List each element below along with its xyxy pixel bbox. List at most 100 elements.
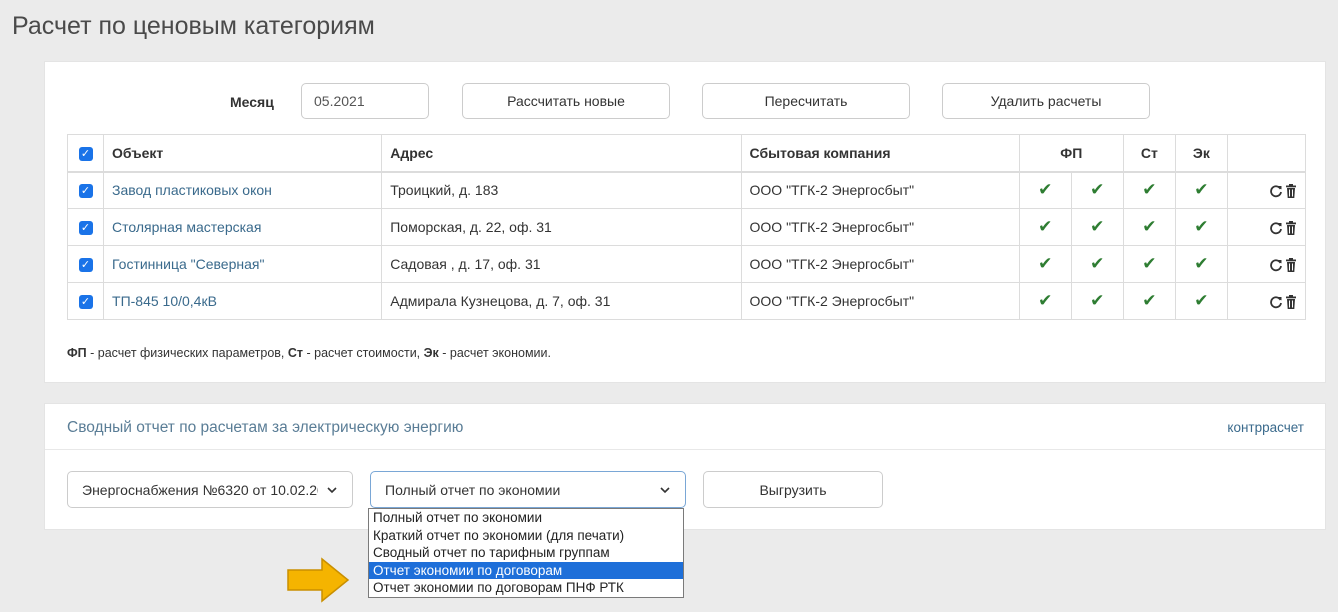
refresh-icon[interactable]	[1269, 295, 1283, 309]
actions-cell	[1226, 171, 1307, 209]
refresh-icon[interactable]	[1269, 258, 1283, 272]
checkmark-icon: ✔	[1142, 291, 1157, 310]
object-link[interactable]: Завод пластиковых окон	[112, 182, 272, 198]
refresh-icon[interactable]	[1269, 221, 1283, 235]
header-company: Сбытовая компания	[740, 134, 1020, 173]
ek-status-cell: ✔	[1174, 171, 1228, 209]
object-cell: ТП-845 10/0,4кВ	[103, 282, 383, 320]
company-cell: ООО "ТГК-2 Энергосбыт"	[740, 208, 1020, 246]
header-st: Ст	[1122, 134, 1176, 173]
checkmark-icon: ✔	[1038, 291, 1053, 310]
ek-status-cell: ✔	[1174, 208, 1228, 246]
address-cell: Адмирала Кузнецова, д. 7, оф. 31	[381, 282, 742, 320]
check-icon: ✓	[78, 258, 93, 273]
table-row: ✓ Завод пластиковых окон Троицкий, д. 183 О…	[66, 171, 1307, 209]
report-type-dropdown-list[interactable]: Полный отчет по экономии Краткий отчет по…	[368, 508, 684, 598]
checkmark-icon: ✔	[1194, 291, 1209, 310]
checkmark-icon: ✔	[1090, 180, 1105, 200]
recalculate-button[interactable]: Пересчитать	[702, 83, 910, 119]
export-button[interactable]: Выгрузить	[703, 471, 883, 508]
fp-status-cell: ✔	[1070, 282, 1124, 320]
select-all-checkbox[interactable]: ✓	[66, 134, 105, 173]
object-link[interactable]: Столярная мастерская	[112, 219, 261, 235]
calculate-new-button[interactable]: Рассчитать новые	[462, 83, 670, 119]
page-title: Расчет по ценовым категориям	[12, 12, 375, 40]
fp-status-cell: ✔	[1070, 208, 1124, 246]
st-status-cell: ✔	[1122, 282, 1176, 320]
legend: ФП - расчет физических параметров, Ст - …	[67, 346, 551, 360]
counter-calculation-link[interactable]: контррасчет	[1227, 420, 1304, 435]
delete-calculations-button[interactable]: Удалить расчеты	[942, 83, 1150, 119]
row-checkbox[interactable]: ✓	[66, 282, 105, 320]
object-cell: Столярная мастерская	[103, 208, 383, 246]
legend-ek-abbr: Эк	[423, 346, 439, 360]
dropdown-option[interactable]: Отчет экономии по договорам	[369, 561, 683, 579]
chevron-down-icon	[327, 486, 337, 493]
check-icon: ✓	[78, 295, 93, 310]
fp-status-cell: ✔	[1018, 171, 1072, 209]
st-status-cell: ✔	[1122, 245, 1176, 283]
fp-status-cell: ✔	[1070, 245, 1124, 283]
report-divider	[45, 449, 1325, 450]
header-fp: ФП	[1018, 134, 1124, 173]
month-label: Месяц	[230, 94, 274, 110]
st-status-cell: ✔	[1122, 208, 1176, 246]
checkmark-icon: ✔	[1090, 291, 1105, 310]
row-checkbox[interactable]: ✓	[66, 171, 105, 209]
table-row: ✓ ТП-845 10/0,4кВ Адмирала Кузнецова, д. 7…	[66, 282, 1307, 320]
checkmark-icon: ✔	[1038, 254, 1053, 273]
month-input[interactable]	[301, 83, 429, 119]
chevron-down-icon	[660, 486, 670, 493]
address-cell: Садовая , д. 17, оф. 31	[381, 245, 742, 283]
header-address: Адрес	[381, 134, 742, 173]
legend-st-text: - расчет стоимости,	[303, 346, 424, 360]
ek-status-cell: ✔	[1174, 282, 1228, 320]
object-link[interactable]: ТП-845 10/0,4кВ	[112, 293, 217, 309]
dropdown-option[interactable]: Сводный отчет по тарифным группам	[369, 544, 683, 562]
table-header-row: ✓ Объект Адрес Сбытовая компания ФП Ст Э…	[66, 134, 1307, 173]
dropdown-option[interactable]: Полный отчет по экономии	[369, 509, 683, 527]
checkmark-icon: ✔	[1194, 180, 1209, 200]
actions-cell	[1226, 208, 1307, 246]
actions-cell	[1226, 245, 1307, 283]
trash-icon[interactable]	[1285, 295, 1297, 310]
address-cell: Поморская, д. 22, оф. 31	[381, 208, 742, 246]
calculation-panel: Месяц Рассчитать новые Пересчитать Удали…	[44, 61, 1326, 383]
checkmark-icon: ✔	[1194, 217, 1209, 236]
objects-table: ✓ Объект Адрес Сбытовая компания ФП Ст Э…	[66, 134, 1307, 320]
header-object: Объект	[103, 134, 383, 173]
header-actions	[1226, 134, 1307, 173]
checkmark-icon: ✔	[1142, 180, 1157, 200]
dropdown-option[interactable]: Отчет экономии по договорам ПНФ РТК	[369, 579, 683, 597]
check-icon: ✓	[78, 146, 93, 161]
object-cell: Гостинница "Северная"	[103, 245, 383, 283]
dropdown-option[interactable]: Краткий отчет по экономии (для печати)	[369, 527, 683, 545]
fp-status-cell: ✔	[1018, 282, 1072, 320]
table-row: ✓ Гостинница "Северная" Садовая , д. 17, о…	[66, 245, 1307, 283]
fp-status-cell: ✔	[1018, 208, 1072, 246]
report-title: Сводный отчет по расчетам за электрическ…	[67, 419, 464, 436]
checkmark-icon: ✔	[1090, 254, 1105, 273]
trash-icon[interactable]	[1285, 258, 1297, 273]
actions-cell	[1226, 282, 1307, 320]
report-type-select[interactable]: Полный отчет по экономии	[370, 471, 686, 508]
legend-st-abbr: Ст	[287, 346, 304, 360]
trash-icon[interactable]	[1285, 221, 1297, 236]
fp-status-cell: ✔	[1018, 245, 1072, 283]
address-cell: Троицкий, д. 183	[381, 171, 742, 209]
check-icon: ✓	[78, 221, 93, 236]
arrow-right-icon	[287, 557, 350, 603]
object-link[interactable]: Гостинница "Северная"	[112, 256, 264, 272]
trash-icon[interactable]	[1285, 184, 1297, 199]
company-cell: ООО "ТГК-2 Энергосбыт"	[740, 282, 1020, 320]
object-cell: Завод пластиковых окон	[103, 171, 383, 209]
company-cell: ООО "ТГК-2 Энергосбыт"	[740, 245, 1020, 283]
checkmark-icon: ✔	[1090, 217, 1105, 236]
refresh-icon[interactable]	[1269, 184, 1283, 198]
row-checkbox[interactable]: ✓	[66, 245, 105, 283]
row-checkbox[interactable]: ✓	[66, 208, 105, 246]
contract-select[interactable]: Энергоснабжения №6320 от 10.02.201	[67, 471, 353, 508]
fp-status-cell: ✔	[1070, 171, 1124, 209]
check-icon: ✓	[78, 184, 93, 199]
legend-fp-text: - расчет физических параметров,	[86, 346, 288, 360]
